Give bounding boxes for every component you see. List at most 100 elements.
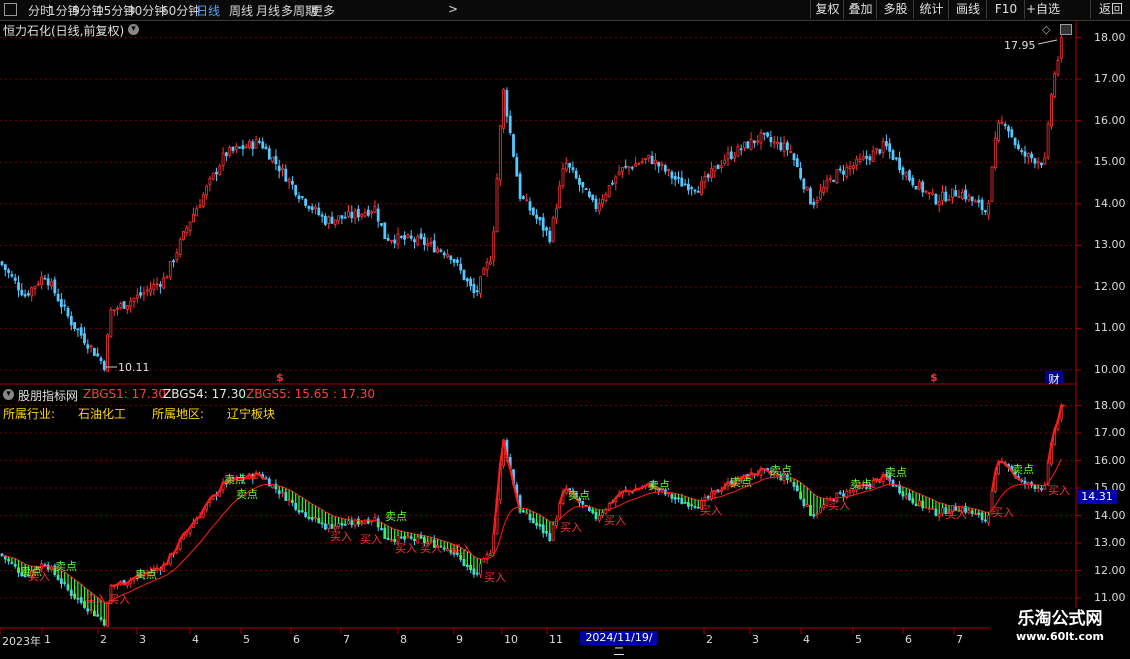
main-candle <box>179 240 181 255</box>
ind-candle <box>839 492 841 493</box>
main-candle <box>321 215 323 216</box>
main-candle <box>153 284 155 289</box>
main-candle <box>522 197 524 199</box>
main-candle <box>546 228 548 231</box>
main-candle <box>750 139 752 149</box>
main-candle <box>945 192 947 201</box>
main-candle <box>572 168 574 170</box>
main-candle <box>691 188 693 189</box>
buy-trend <box>622 491 625 492</box>
x-tick-label: 4 <box>803 633 810 646</box>
main-candle <box>450 256 452 259</box>
y-tick-label: 10.00 <box>1094 363 1126 376</box>
ind-candle <box>489 554 491 556</box>
y-tick-label: 18.00 <box>1094 399 1126 412</box>
kline-chart[interactable]: 买入买入买入买入买入买入买入买入买入买入买入买入买入买入买入买入卖点卖点卖点卖点… <box>0 0 1130 650</box>
main-candle <box>579 178 581 184</box>
main-candle <box>480 277 482 294</box>
main-candle <box>216 172 218 174</box>
watermark: 乐淘公式网 www.60lt.com <box>990 608 1130 650</box>
ind-candle <box>552 525 554 541</box>
main-candle <box>136 295 138 298</box>
main-candle <box>509 116 511 133</box>
main-candle <box>918 182 920 189</box>
main-candle <box>166 277 168 278</box>
main-candle <box>37 284 39 285</box>
main-candle <box>163 278 165 288</box>
buy-signal: 买入 <box>108 593 130 606</box>
main-candle <box>282 168 284 169</box>
ind-candle <box>44 565 46 566</box>
main-candle <box>235 147 237 150</box>
main-candle <box>414 240 416 242</box>
main-candle <box>711 169 713 178</box>
ind-candle <box>559 504 561 518</box>
x-tick-label: 9 <box>456 633 463 646</box>
main-candle <box>80 328 82 336</box>
main-candle <box>866 156 868 158</box>
main-candle <box>54 280 56 293</box>
main-candle <box>51 282 53 286</box>
main-candle <box>740 149 742 150</box>
y-tick-label: 17.00 <box>1094 426 1126 439</box>
main-candle <box>433 241 435 252</box>
main-candle <box>334 220 336 225</box>
y-tick-label: 15.00 <box>1094 155 1126 168</box>
main-candle <box>819 191 821 199</box>
main-candle <box>41 277 43 285</box>
sell-signal: 卖点 <box>55 560 77 573</box>
ind-candle <box>816 513 818 514</box>
x-tick-label: 6 <box>293 633 300 646</box>
main-candle <box>268 149 270 159</box>
dividend-marker[interactable]: $ <box>930 371 938 384</box>
main-candle <box>123 302 125 309</box>
main-candle <box>447 254 449 257</box>
main-candle <box>948 199 950 200</box>
main-candle <box>239 147 241 148</box>
main-candle <box>790 151 792 152</box>
sell-signal: 卖点 <box>770 464 792 477</box>
main-candle <box>206 186 208 194</box>
main-candle <box>796 159 798 167</box>
main-candle <box>252 142 254 149</box>
main-candle <box>555 209 557 219</box>
main-candle <box>536 215 538 218</box>
main-candle <box>77 329 79 330</box>
main-candle <box>618 172 620 175</box>
dividend-marker[interactable]: $ <box>276 371 284 384</box>
finance-marker[interactable]: 财 <box>1045 371 1063 384</box>
main-candle <box>671 172 673 178</box>
main-candle <box>460 264 462 270</box>
main-candle <box>529 202 531 210</box>
main-candle <box>24 295 26 296</box>
main-candle <box>189 222 191 230</box>
main-candle <box>133 298 135 301</box>
sell-signal: 卖点 <box>236 488 258 501</box>
main-candle <box>470 279 472 286</box>
main-candle <box>483 269 485 275</box>
main-candle <box>770 137 772 141</box>
ind-candle <box>905 495 907 497</box>
main-candle <box>747 142 749 148</box>
main-candle <box>984 211 986 212</box>
main-candle <box>542 218 544 230</box>
main-candle <box>971 197 973 201</box>
ind-candle <box>790 481 792 482</box>
ind-candle <box>806 504 808 506</box>
main-candle <box>846 167 848 177</box>
main-candle <box>674 176 676 179</box>
ind-candle <box>288 499 290 501</box>
main-candle <box>925 191 927 192</box>
sell-signal: 卖点 <box>385 510 407 523</box>
main-candle <box>734 156 736 158</box>
main-candle <box>678 177 680 178</box>
main-candle <box>374 207 376 213</box>
main-candle <box>285 169 287 181</box>
main-candle <box>899 158 901 169</box>
buy-signal: 买入 <box>992 506 1014 519</box>
main-candle <box>354 211 356 218</box>
main-candle <box>882 142 884 152</box>
main-candle <box>440 250 442 251</box>
y-tick-label: 16.00 <box>1094 454 1126 467</box>
main-candle <box>107 335 109 372</box>
